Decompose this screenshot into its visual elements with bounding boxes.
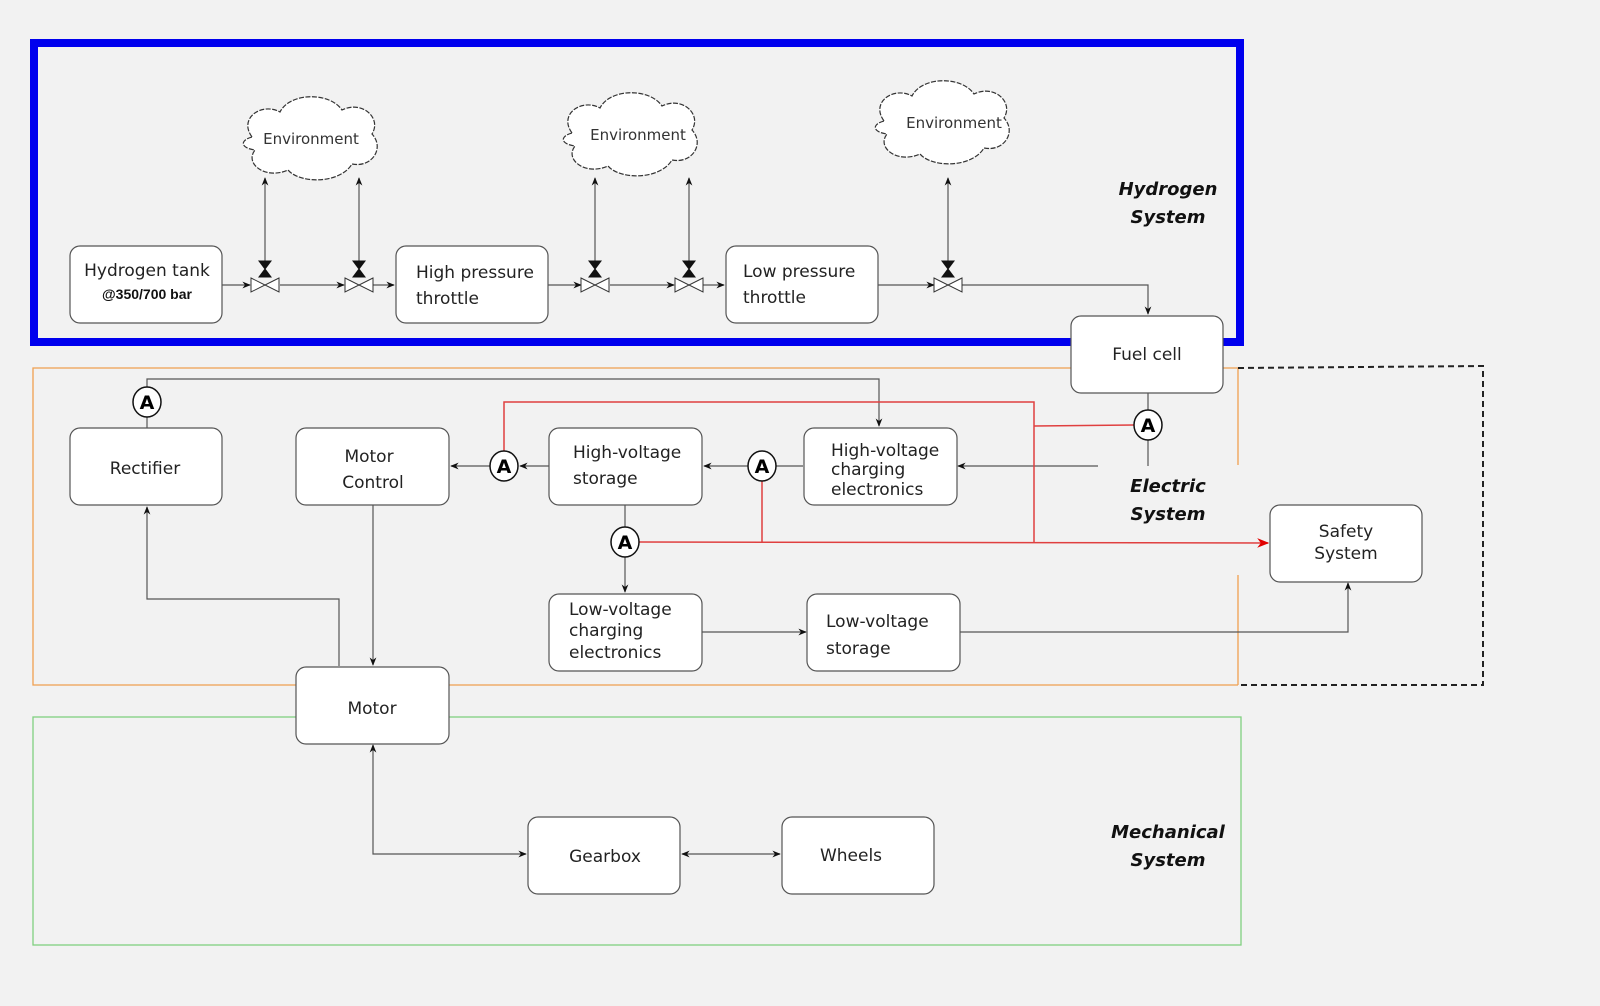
- high-pressure-throttle-node[interactable]: High pressure throttle: [395, 245, 549, 324]
- svg-text:Hydrogen tank: Hydrogen tank: [84, 261, 210, 281]
- hydrogen-flow-lines: [222, 177, 1152, 315]
- svg-text:electronics: electronics: [831, 480, 924, 500]
- svg-text:System: System: [1131, 207, 1206, 228]
- svg-text:charging: charging: [831, 460, 905, 480]
- svg-text:Gearbox: Gearbox: [569, 847, 641, 867]
- svg-text:charging: charging: [569, 621, 643, 641]
- svg-text:Safety: Safety: [1319, 522, 1373, 542]
- svg-text:System: System: [1131, 504, 1206, 525]
- svg-text:High-voltage: High-voltage: [831, 441, 939, 461]
- valve-icon: [933, 260, 963, 293]
- svg-text:A: A: [1141, 415, 1156, 437]
- svg-text:Environment: Environment: [263, 130, 359, 148]
- svg-text:electronics: electronics: [569, 643, 662, 663]
- svg-text:throttle: throttle: [416, 289, 479, 309]
- svg-text:throttle: throttle: [743, 288, 806, 308]
- mechanical-system-label: Mechanical System: [1111, 822, 1226, 871]
- hv-storage-node[interactable]: High-voltage storage: [548, 427, 703, 506]
- svg-text:Environment: Environment: [590, 126, 686, 144]
- svg-text:Environment: Environment: [906, 114, 1002, 132]
- ammeter-icon: A: [132, 386, 162, 418]
- svg-text:storage: storage: [826, 639, 891, 659]
- hydrogen-system-label: Hydrogen System: [1119, 179, 1218, 228]
- lv-charging-electronics-node[interactable]: Low-voltage charging electronics: [548, 593, 703, 672]
- svg-text:@350/700 bar: @350/700 bar: [102, 286, 192, 302]
- lv-storage-node[interactable]: Low-voltage storage: [806, 593, 961, 672]
- valve-icon: [344, 260, 374, 293]
- wheels-node[interactable]: Wheels: [781, 816, 935, 895]
- hv-charging-electronics-node[interactable]: High-voltage charging electronics: [803, 427, 958, 506]
- valve-icon: [250, 260, 280, 293]
- svg-text:System: System: [1131, 850, 1206, 871]
- svg-text:Control: Control: [342, 473, 403, 493]
- svg-text:Low-voltage: Low-voltage: [569, 600, 672, 620]
- valve-icon: [580, 260, 610, 293]
- safety-system-node[interactable]: Safety System: [1269, 504, 1423, 583]
- svg-text:A: A: [755, 456, 770, 478]
- powertrain-diagram: Hydrogen System Electric System Mechanic…: [30, 39, 1484, 946]
- svg-text:Hydrogen: Hydrogen: [1119, 179, 1218, 200]
- svg-text:A: A: [618, 532, 633, 554]
- svg-text:System: System: [1314, 544, 1377, 564]
- svg-text:Wheels: Wheels: [820, 846, 882, 866]
- svg-text:High pressure: High pressure: [416, 263, 534, 283]
- svg-text:A: A: [497, 456, 512, 478]
- electric-system-label: Electric System: [1130, 476, 1206, 525]
- svg-text:Rectifier: Rectifier: [110, 459, 180, 479]
- svg-text:Motor: Motor: [347, 699, 396, 719]
- motor-control-node[interactable]: Motor Control: [295, 427, 450, 506]
- ammeter-icon: A: [610, 526, 640, 558]
- svg-text:Motor: Motor: [344, 447, 393, 467]
- ammeter-icon: A: [489, 450, 519, 482]
- ammeter-icon: A: [1133, 409, 1163, 441]
- fuel-cell-node[interactable]: Fuel cell: [1070, 315, 1224, 394]
- gearbox-node[interactable]: Gearbox: [527, 816, 681, 895]
- svg-text:Fuel cell: Fuel cell: [1112, 345, 1181, 365]
- environment-cloud-1: Environment: [242, 96, 378, 181]
- motor-node[interactable]: Motor: [295, 666, 450, 745]
- svg-text:Low-voltage: Low-voltage: [826, 612, 929, 632]
- svg-text:Low pressure: Low pressure: [743, 262, 855, 282]
- low-pressure-throttle-node[interactable]: Low pressure throttle: [725, 245, 879, 324]
- rectifier-node[interactable]: Rectifier: [69, 427, 223, 506]
- svg-text:High-voltage: High-voltage: [573, 443, 681, 463]
- environment-cloud-3: Environment: [874, 80, 1010, 165]
- svg-text:Mechanical: Mechanical: [1111, 822, 1226, 843]
- environment-cloud-2: Environment: [562, 92, 698, 177]
- svg-text:Electric: Electric: [1130, 476, 1206, 497]
- ammeter-icon: A: [747, 450, 777, 482]
- valve-icon: [674, 260, 704, 293]
- hydrogen-tank-node[interactable]: Hydrogen tank @350/700 bar: [69, 245, 223, 324]
- svg-text:storage: storage: [573, 469, 638, 489]
- svg-text:A: A: [140, 392, 155, 414]
